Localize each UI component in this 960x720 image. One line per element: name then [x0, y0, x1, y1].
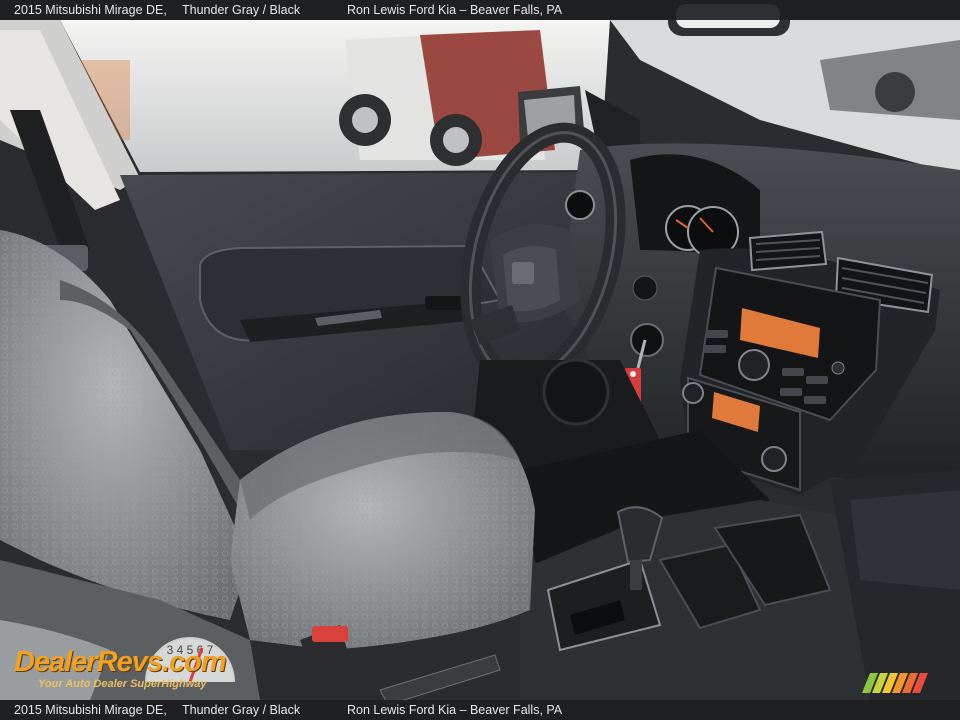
photo-stage: 2015 Mitsubishi Mirage DE, Thunder Gray … — [0, 0, 960, 720]
watermark-logo: 3 4 5 6 7 DealerRevs.com Your Auto Deale… — [10, 624, 270, 696]
caption-model: 2015 Mitsubishi Mirage DE, — [14, 3, 167, 17]
color-stripes-icon — [862, 673, 928, 693]
caption-bar-bottom: 2015 Mitsubishi Mirage DE, Thunder Gray … — [0, 700, 960, 720]
radio-knob — [738, 349, 770, 381]
caption-model-bottom: 2015 Mitsubishi Mirage DE, — [14, 703, 167, 717]
ignition — [630, 323, 664, 357]
interior-photo — [0, 0, 960, 720]
caption-color-bottom: Thunder Gray / Black — [182, 703, 301, 717]
caption-color: Thunder Gray / Black — [182, 3, 301, 17]
watermark-tagline: Your Auto Dealer SuperHighway — [38, 678, 207, 690]
climate-knob-left — [682, 382, 704, 404]
climate-knob-right — [761, 446, 787, 472]
caption-bar-top: 2015 Mitsubishi Mirage DE, Thunder Gray … — [0, 0, 960, 20]
watermark-brand: DealerRevs.com — [14, 646, 227, 678]
window-switch — [425, 296, 465, 310]
caption-dealer: Ron Lewis Ford Kia – Beaver Falls, PA — [347, 3, 563, 17]
caption-dealer-bottom: Ron Lewis Ford Kia – Beaver Falls, PA — [347, 703, 563, 717]
speaker — [542, 358, 610, 426]
